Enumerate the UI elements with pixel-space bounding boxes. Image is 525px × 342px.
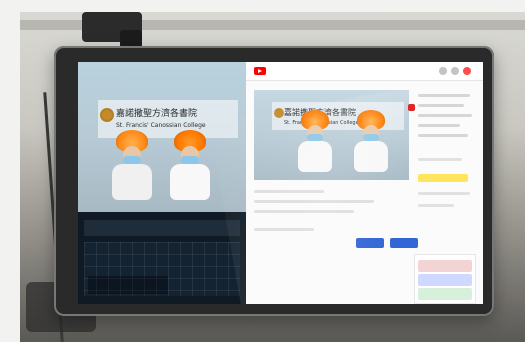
shirt	[112, 164, 152, 200]
youtube-logo-icon	[254, 67, 266, 75]
primary-action-button[interactable]	[356, 238, 384, 248]
chat-line	[418, 134, 468, 137]
thumbnail[interactable]	[418, 260, 472, 272]
apps-icon	[451, 67, 459, 75]
preview-banner-zh: 嘉諾撒聖方濟各書院	[116, 109, 198, 119]
details-line	[254, 210, 354, 213]
highlight-pill	[418, 174, 468, 182]
top-icons	[439, 67, 473, 75]
studio-pane: 嘉諾撒聖方濟各書院 St. Francis' Canossian College	[246, 62, 483, 304]
stream-details	[254, 184, 418, 254]
secondary-action-button[interactable]	[390, 238, 418, 248]
shirt	[298, 141, 332, 172]
sidebar-line	[418, 204, 454, 207]
live-video: 嘉諾撒聖方濟各書院 St. Francis' Canossian College	[254, 90, 409, 180]
preview-banner-en: St. Francis' Canossian College	[116, 122, 206, 129]
studio-top-bar	[246, 62, 483, 81]
details-line	[254, 228, 314, 231]
avatar-icon	[463, 67, 471, 75]
shirt	[170, 164, 210, 200]
face-mask	[307, 134, 323, 141]
school-logo-icon	[274, 108, 284, 118]
video-mixer	[78, 212, 246, 304]
chat-line	[418, 104, 464, 107]
person-left	[298, 110, 332, 172]
mixer-toolbar	[84, 220, 240, 236]
live-indicator	[408, 104, 415, 111]
person-left	[112, 130, 152, 200]
monitor-screen: 嘉諾撒聖方濟各書院 St. Francis' Canossian College	[78, 62, 483, 304]
sidebar-line	[418, 158, 462, 161]
broadcast-preview-pane: 嘉諾撒聖方濟各書院 St. Francis' Canossian College	[78, 62, 246, 304]
shirt	[354, 141, 388, 172]
thumbnail[interactable]	[418, 288, 472, 300]
details-line	[254, 200, 374, 203]
face-mask	[363, 134, 379, 141]
face-mask	[123, 156, 141, 164]
person-right	[354, 110, 388, 172]
chat-line	[418, 94, 470, 97]
chat-line	[418, 124, 460, 127]
details-line	[254, 190, 324, 193]
face-mask	[181, 156, 199, 164]
chat-panel	[408, 90, 476, 146]
notification-icon	[439, 67, 447, 75]
sidebar-line	[418, 192, 470, 195]
chat-line	[418, 114, 472, 117]
mixer-overlay	[88, 276, 168, 294]
school-logo-icon	[100, 108, 114, 122]
preview-video: 嘉諾撒聖方濟各書院 St. Francis' Canossian College	[78, 62, 246, 212]
thumbnail[interactable]	[418, 274, 472, 286]
recommended-thumbnails	[414, 254, 476, 304]
person-right	[170, 130, 210, 200]
